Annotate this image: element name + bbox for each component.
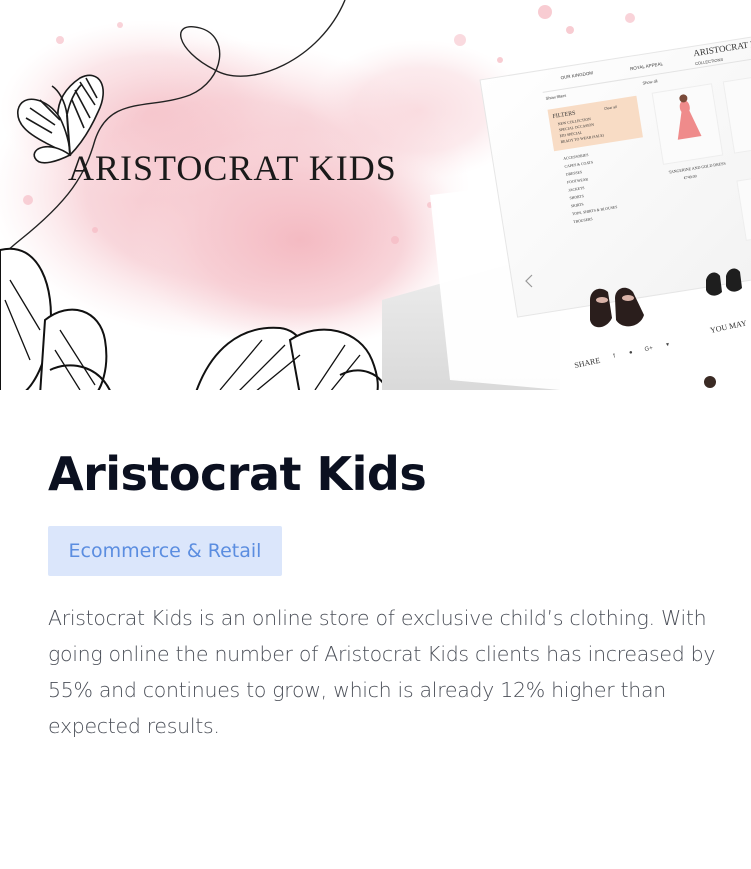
project-description: Aristocrat Kids is an online store of ex… bbox=[48, 606, 716, 738]
hero-image: ARISTOCRAT KIDS ARISTOCRAT KIDS OUR KING… bbox=[0, 0, 751, 390]
mockup-kid-thumb bbox=[704, 376, 716, 388]
pinterest-icon[interactable]: ● bbox=[629, 350, 634, 357]
category-tag[interactable]: Ecommerce & Retail bbox=[48, 526, 282, 576]
project-title: Aristocrat Kids bbox=[48, 447, 427, 501]
hero-logo-text: ARISTOCRAT KIDS bbox=[68, 148, 397, 188]
facebook-icon[interactable]: f bbox=[613, 353, 616, 359]
mockup-you-may: YOU MAY bbox=[709, 318, 748, 335]
hero-illustration: ARISTOCRAT KIDS ARISTOCRAT KIDS OUR KING… bbox=[0, 0, 751, 390]
mockup-share-label: SHARE bbox=[574, 356, 602, 370]
google-plus-icon[interactable]: G+ bbox=[644, 345, 654, 353]
twitter-icon[interactable]: ▾ bbox=[666, 342, 670, 348]
